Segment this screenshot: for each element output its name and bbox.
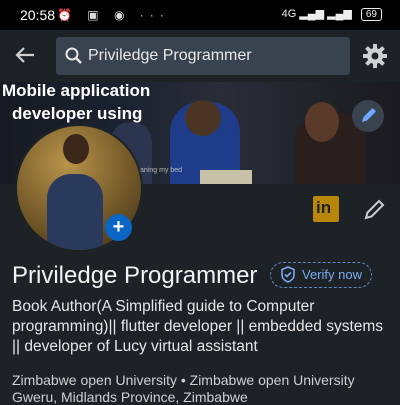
cover-text-line1: Mobile application bbox=[2, 82, 151, 100]
edit-profile-button[interactable] bbox=[362, 196, 388, 222]
cover-person-head bbox=[185, 100, 221, 136]
top-bar: Priviledge Programmer bbox=[0, 30, 400, 82]
status-right: 4G ▂▄▆ ▂▄▆ 69 bbox=[282, 7, 382, 21]
verify-now-button[interactable]: Verify now bbox=[270, 262, 372, 288]
status-time: 20:58 bbox=[20, 7, 56, 23]
linkedin-icon-text: in bbox=[316, 198, 332, 217]
status-bar: 20:58 ⏰ ▣ ◉ ··· 4G ▂▄▆ ▂▄▆ 69 bbox=[0, 0, 400, 30]
profile-education: Zimbabwe open University • Zimbabwe open… bbox=[12, 372, 355, 388]
linkedin-icon[interactable]: in bbox=[313, 196, 339, 222]
edit-cover-button[interactable] bbox=[352, 100, 384, 132]
back-arrow-icon[interactable] bbox=[12, 42, 42, 70]
cover-person-head bbox=[305, 102, 339, 142]
search-query: Priviledge Programmer bbox=[88, 47, 252, 64]
pencil-icon bbox=[364, 199, 385, 220]
cover-caption: aning my bed bbox=[140, 167, 183, 174]
verify-label: Verify now bbox=[302, 267, 362, 282]
search-input[interactable]: Priviledge Programmer bbox=[56, 37, 350, 75]
avatar-body bbox=[47, 174, 103, 250]
profile-headline: Book Author(A Simplified guide to Comput… bbox=[12, 298, 384, 355]
cover-text-line2: developer using bbox=[12, 104, 143, 123]
shield-check-icon bbox=[281, 266, 295, 283]
cover-certificate bbox=[200, 170, 252, 184]
avatar-head bbox=[63, 134, 89, 164]
search-icon bbox=[65, 47, 82, 64]
profile-location: Gweru, Midlands Province, Zimbabwe bbox=[12, 389, 248, 405]
notification-icons: ⏰ ▣ ◉ ··· bbox=[57, 8, 170, 22]
battery-icon: 69 bbox=[360, 8, 382, 21]
profile-name: Priviledge Programmer bbox=[12, 262, 258, 289]
pencil-icon bbox=[362, 108, 376, 122]
network-label: 4G bbox=[281, 8, 297, 20]
settings-gear-icon[interactable] bbox=[362, 43, 388, 69]
add-photo-button[interactable]: + bbox=[105, 214, 132, 241]
